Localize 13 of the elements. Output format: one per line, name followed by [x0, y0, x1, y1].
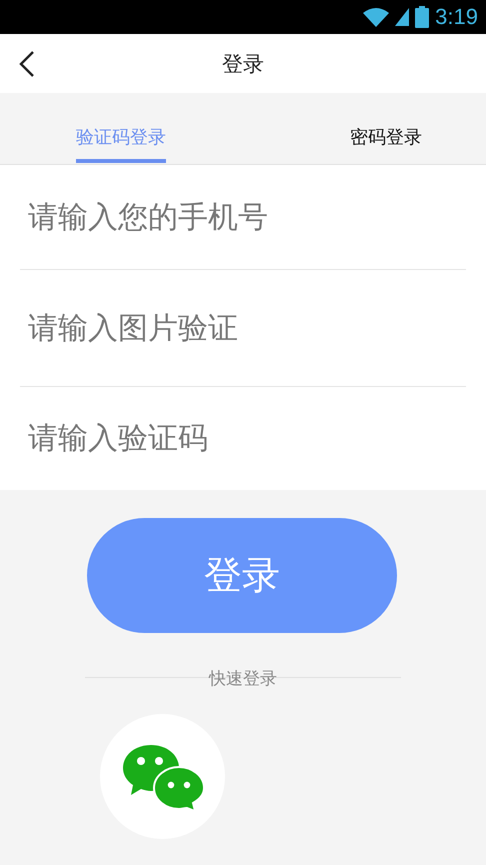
input-field[interactable]: 请输入图片验证 [0, 270, 486, 386]
quick-login-label: 快速登录 [209, 668, 277, 690]
page-title: 登录 [222, 50, 264, 78]
status-time: 3:19 [435, 4, 478, 30]
login-tab[interactable]: 密码登录 [276, 93, 486, 164]
input-field[interactable]: 请输入验证码 [0, 387, 486, 490]
signal-icon [395, 8, 410, 26]
back-icon[interactable] [18, 51, 36, 77]
login-button[interactable]: 登录 [87, 518, 397, 633]
input-field[interactable]: 请输入您的手机号 [0, 165, 486, 269]
wifi-icon [363, 7, 390, 27]
chat-bubbles-icon [120, 742, 204, 810]
battery-icon [415, 6, 430, 28]
